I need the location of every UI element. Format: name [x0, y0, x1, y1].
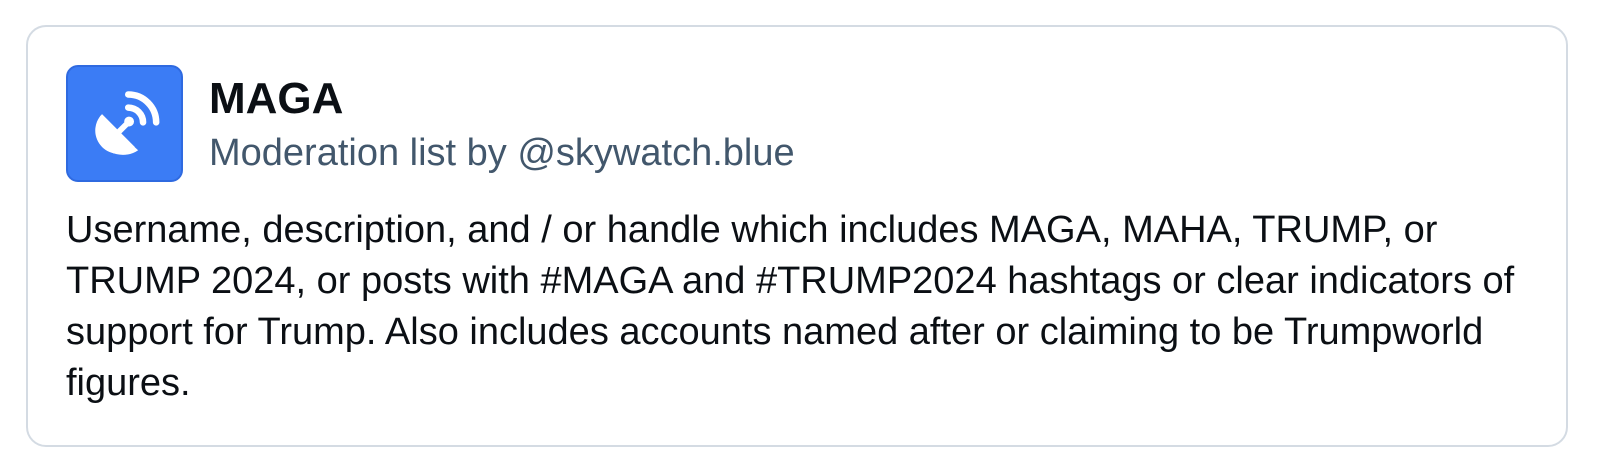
list-avatar: [66, 65, 183, 182]
satellite-dish-icon: [84, 83, 166, 165]
list-header: MAGA Moderation list by @skywatch.blue: [66, 65, 795, 182]
moderation-list-card[interactable]: MAGA Moderation list by @skywatch.blue U…: [26, 25, 1568, 447]
list-titles: MAGA Moderation list by @skywatch.blue: [209, 71, 795, 177]
list-description: Username, description, and / or handle w…: [66, 209, 1515, 404]
list-title[interactable]: MAGA: [209, 73, 795, 125]
list-subtitle: Moderation list by @skywatch.blue: [209, 131, 795, 174]
